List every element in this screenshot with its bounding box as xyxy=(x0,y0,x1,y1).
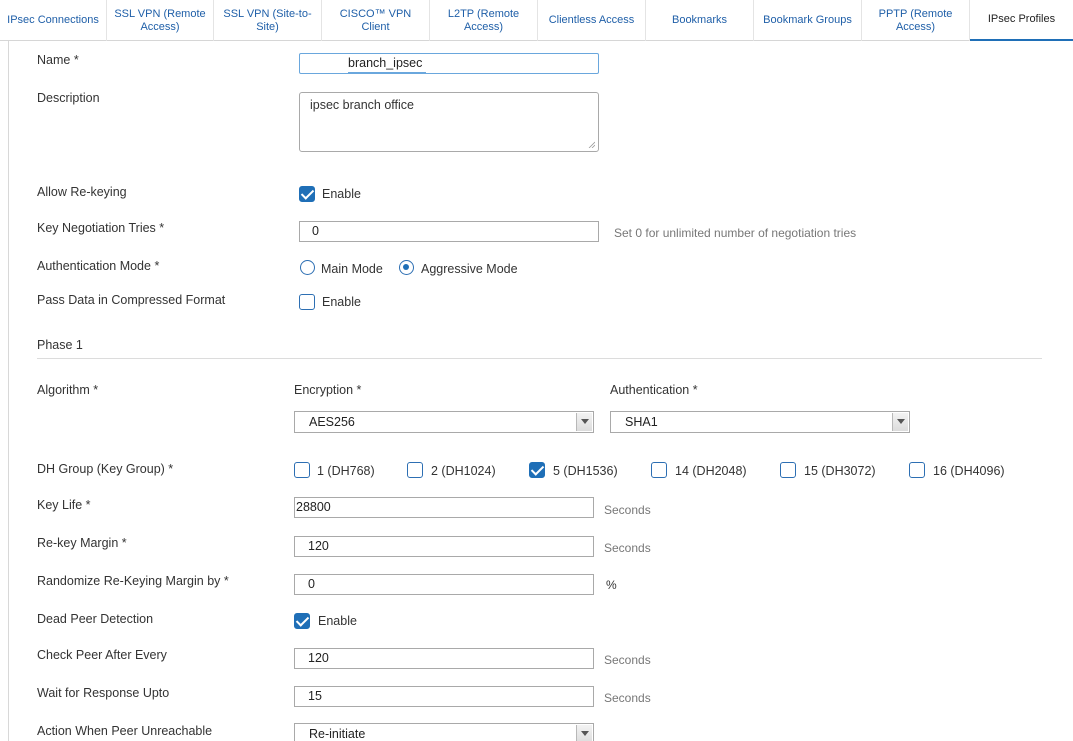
wait-response-input[interactable]: 15 xyxy=(294,686,594,707)
check-peer-input[interactable]: 120 xyxy=(294,648,594,669)
dh-group-14-label: 14 (DH2048) xyxy=(675,464,747,478)
tab-cisco-vpn-client[interactable]: CISCO™ VPN Client xyxy=(322,0,430,41)
dh-group-1-label: 1 (DH768) xyxy=(317,464,375,478)
description-label: Description xyxy=(37,91,100,105)
resize-grip-icon[interactable] xyxy=(588,141,595,148)
action-unreachable-value: Re-initiate xyxy=(309,727,366,741)
key-negotiation-hint: Set 0 for unlimited number of negotiatio… xyxy=(614,226,857,240)
dpd-checkbox[interactable] xyxy=(294,613,310,629)
tab-clientless-access[interactable]: Clientless Access xyxy=(538,0,646,41)
action-unreachable-select[interactable]: Re-initiate xyxy=(294,723,594,741)
phase1-divider xyxy=(37,358,1042,359)
key-negotiation-label: Key Negotiation Tries * xyxy=(37,221,165,235)
tab-bookmarks[interactable]: Bookmarks xyxy=(646,0,754,41)
dh-group-16-checkbox[interactable] xyxy=(909,462,925,478)
auth-mode-label: Authentication Mode * xyxy=(37,259,160,273)
phase1-title: Phase 1 xyxy=(37,338,83,352)
key-negotiation-input[interactable]: 0 xyxy=(299,221,599,242)
description-textarea[interactable]: ipsec branch office xyxy=(299,92,599,152)
tab-ssl-vpn-site-to-site[interactable]: SSL VPN (Site-to-Site) xyxy=(214,0,322,41)
authentication-select[interactable]: SHA1 xyxy=(610,411,910,433)
name-label: Name * xyxy=(37,53,79,67)
algorithm-label: Algorithm * xyxy=(37,383,99,397)
dh-group-5-label: 5 (DH1536) xyxy=(553,464,618,478)
randomize-label: Randomize Re-Keying Margin by * xyxy=(37,574,229,588)
chevron-down-icon[interactable] xyxy=(576,725,592,741)
dh-group-label: DH Group (Key Group) * xyxy=(37,462,174,476)
compressed-label: Pass Data in Compressed Format xyxy=(37,293,226,307)
compressed-option: Enable xyxy=(322,295,361,309)
rekey-margin-input[interactable]: 120 xyxy=(294,536,594,557)
chevron-down-icon[interactable] xyxy=(576,413,592,431)
tab-ssl-vpn-remote-access[interactable]: SSL VPN (Remote Access) xyxy=(107,0,214,41)
description-value: ipsec branch office xyxy=(310,98,414,112)
dh-group-1-checkbox[interactable] xyxy=(294,462,310,478)
dpd-option: Enable xyxy=(318,614,357,628)
aggressive-mode-radio[interactable] xyxy=(399,260,414,275)
compressed-checkbox[interactable] xyxy=(299,294,315,310)
encryption-value: AES256 xyxy=(309,415,355,429)
dh-group-5-checkbox[interactable] xyxy=(529,462,545,478)
key-life-unit: Seconds xyxy=(604,503,651,517)
dh-group-16-label: 16 (DH4096) xyxy=(933,464,1005,478)
tab-bookmark-groups[interactable]: Bookmark Groups xyxy=(754,0,862,41)
tab-l2tp-remote-access[interactable]: L2TP (Remote Access) xyxy=(430,0,538,41)
dh-group-2-checkbox[interactable] xyxy=(407,462,423,478)
tab-bar: IPsec Connections SSL VPN (Remote Access… xyxy=(0,0,1073,41)
rekey-margin-unit: Seconds xyxy=(604,541,651,555)
wait-response-label: Wait for Response Upto xyxy=(37,686,170,700)
authentication-label: Authentication * xyxy=(610,383,698,397)
check-peer-unit: Seconds xyxy=(604,653,651,667)
main-mode-radio[interactable] xyxy=(300,260,315,275)
encryption-label: Encryption * xyxy=(294,383,362,397)
name-input-value: branch_ipsec xyxy=(348,54,427,73)
chevron-down-icon[interactable] xyxy=(892,413,908,431)
key-life-input[interactable]: 28800 xyxy=(294,497,594,518)
dpd-label: Dead Peer Detection xyxy=(37,612,154,626)
tab-ipsec-profiles[interactable]: IPsec Profiles xyxy=(970,0,1073,41)
key-life-label: Key Life * xyxy=(37,498,91,512)
name-input[interactable]: branch_ipsec xyxy=(299,53,599,74)
encryption-select[interactable]: AES256 xyxy=(294,411,594,433)
authentication-value: SHA1 xyxy=(625,415,658,429)
tab-ipsec-connections[interactable]: IPsec Connections xyxy=(0,0,107,41)
dh-group-2-label: 2 (DH1024) xyxy=(431,464,496,478)
allow-rekeying-label: Allow Re-keying xyxy=(37,185,127,199)
aggressive-mode-label: Aggressive Mode xyxy=(421,262,518,276)
tab-pptp-remote-access[interactable]: PPTP (Remote Access) xyxy=(862,0,970,41)
randomize-input[interactable]: 0 xyxy=(294,574,594,595)
check-peer-label: Check Peer After Every xyxy=(37,648,167,662)
action-unreachable-label: Action When Peer Unreachable xyxy=(37,724,213,738)
left-gutter-line xyxy=(8,41,9,741)
randomize-unit: % xyxy=(606,578,617,592)
dh-group-14-checkbox[interactable] xyxy=(651,462,667,478)
rekey-margin-label: Re-key Margin * xyxy=(37,536,127,550)
allow-rekeying-option: Enable xyxy=(322,187,361,201)
main-mode-label: Main Mode xyxy=(321,262,383,276)
allow-rekeying-checkbox[interactable] xyxy=(299,186,315,202)
dh-group-15-checkbox[interactable] xyxy=(780,462,796,478)
dh-group-15-label: 15 (DH3072) xyxy=(804,464,876,478)
wait-response-unit: Seconds xyxy=(604,691,651,705)
